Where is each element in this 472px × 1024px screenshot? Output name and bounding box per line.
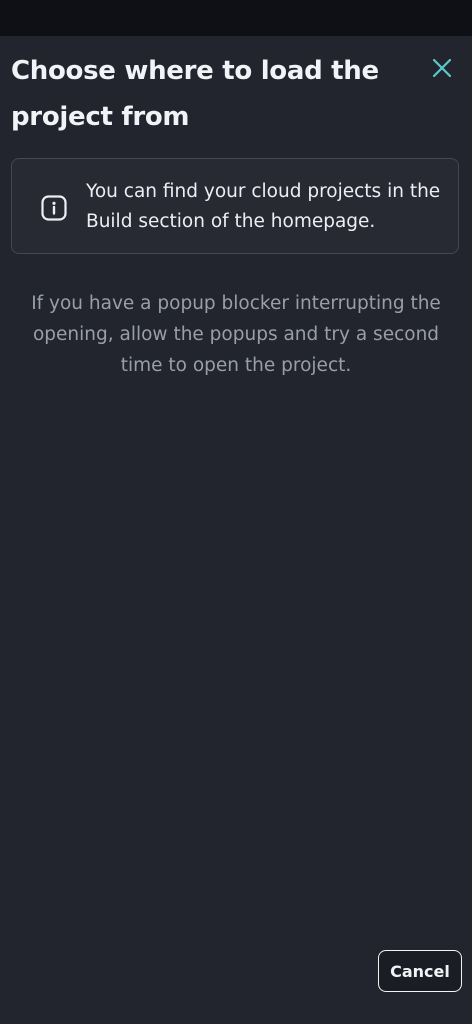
dialog-title: Choose where to load the project from [11, 56, 379, 132]
close-icon [432, 58, 452, 78]
info-text: You can find your cloud projects in the … [86, 181, 441, 232]
status-bar [0, 0, 472, 36]
load-project-dialog: Choose where to load the project from Yo… [0, 36, 472, 1024]
close-button[interactable] [424, 50, 460, 86]
info-alert: You can find your cloud projects in the … [11, 158, 459, 254]
popup-blocker-note: If you have a popup blocker interrupting… [31, 293, 441, 376]
info-icon [41, 195, 67, 221]
cancel-button[interactable]: Cancel [378, 950, 462, 992]
